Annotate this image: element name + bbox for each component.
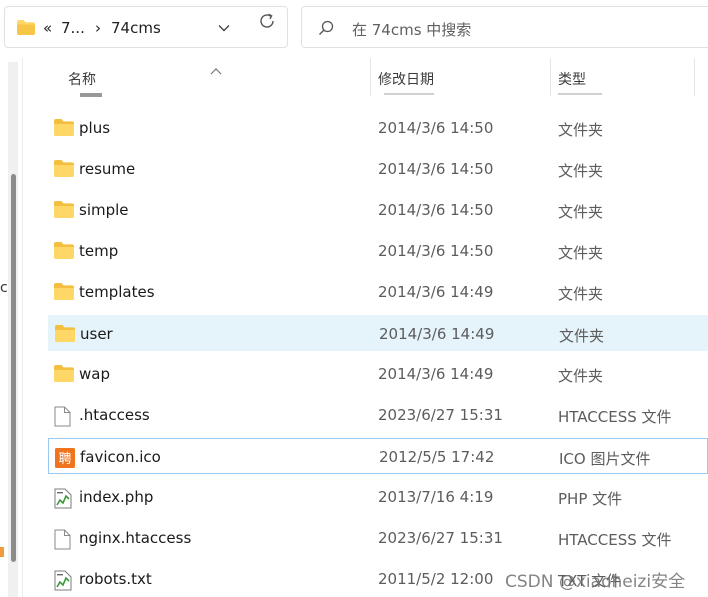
file-name[interactable]: wap [79,365,110,383]
file-explorer-window: « 7... › 74cms 在 74cms 中搜索 c 名称 修改日期 类型 … [0,0,708,597]
folder-icon [17,20,35,39]
column-date-modified[interactable]: 修改日期 [378,69,434,89]
file-row[interactable]: simple 2014/3/6 14:50 文件夹 [48,192,708,228]
breadcrumb-parent[interactable]: 7... [61,19,85,37]
folder-icon [55,325,75,343]
folder-icon [54,242,74,260]
breadcrumb-separator[interactable]: › [95,19,101,37]
file-type: 文件夹 [559,327,605,345]
file-name[interactable]: resume [79,160,135,178]
file-type: 文件夹 [558,244,604,262]
file-row[interactable]: temp 2014/3/6 14:50 文件夹 [48,233,708,269]
file-date-modified: 2014/3/6 14:50 [378,160,494,178]
search-box[interactable]: 在 74cms 中搜索 [301,6,708,48]
file-type: HTACCESS 文件 [558,531,672,549]
file-row[interactable]: 聘 favicon.ico 2012/5/5 17:42 ICO 图片文件 [48,438,708,474]
sort-ascending-icon [210,60,222,79]
address-bar[interactable]: « 7... › 74cms [4,6,288,48]
file-type: 文件夹 [558,367,604,385]
file-date-modified: 2014/3/6 14:50 [378,242,494,260]
file-type: 文件夹 [558,121,604,139]
file-date-modified: 2014/3/6 14:50 [378,119,494,137]
folder-icon [54,365,74,383]
file-name[interactable]: index.php [79,488,153,506]
file-name[interactable]: .htaccess [79,406,150,424]
file-type: ICO 图片文件 [559,450,651,468]
blank-file-icon [54,406,74,427]
file-type: 文件夹 [558,162,604,180]
chevron-down-icon[interactable] [217,20,231,39]
file-name[interactable]: simple [79,201,129,219]
file-date-modified: 2014/3/6 14:49 [378,365,494,383]
file-row[interactable]: .htaccess 2023/6/27 15:31 HTACCESS 文件 [48,397,708,433]
file-type: 文件夹 [558,285,604,303]
file-row[interactable]: nginx.htaccess 2023/6/27 15:31 HTACCESS 文件 [48,520,708,556]
file-name[interactable]: favicon.ico [80,448,161,466]
script-file-icon [54,488,74,509]
clipped-row [24,88,708,98]
file-row[interactable]: templates 2014/3/6 14:49 文件夹 [48,274,708,310]
file-date-modified: 2023/6/27 15:31 [378,406,503,424]
file-date-modified: 2023/6/27 15:31 [378,529,503,547]
file-date-modified: 2012/5/5 17:42 [379,448,495,466]
file-name[interactable]: nginx.htaccess [79,529,191,547]
breadcrumb-overflow[interactable]: « [43,19,52,37]
file-row[interactable]: plus 2014/3/6 14:50 文件夹 [48,110,708,146]
file-row[interactable]: user 2014/3/6 14:49 文件夹 [48,315,708,351]
blank-file-icon [54,529,74,550]
status-marker [0,547,4,557]
file-name[interactable]: temp [79,242,118,260]
file-row[interactable]: wap 2014/3/6 14:49 文件夹 [48,356,708,392]
search-icon [318,20,334,40]
refresh-icon[interactable] [258,12,276,34]
svg-text:聘: 聘 [58,452,71,467]
file-date-modified: 2014/3/6 14:50 [378,201,494,219]
breadcrumb-current[interactable]: 74cms [111,19,161,37]
folder-icon [54,160,74,178]
folder-icon [54,119,74,137]
file-name[interactable]: templates [79,283,155,301]
column-type[interactable]: 类型 [558,69,586,89]
file-date-modified: 2014/3/6 14:49 [379,325,495,343]
file-date-modified: 2014/3/6 14:49 [378,283,494,301]
file-name[interactable]: user [80,325,113,343]
file-type: HTACCESS 文件 [558,408,672,426]
watermark: CSDN @xiaoheizi安全 [505,572,686,592]
ico-image-icon: 聘 [55,448,75,468]
file-row[interactable]: resume 2014/3/6 14:50 文件夹 [48,151,708,187]
file-date-modified: 2011/5/2 12:00 [378,570,494,588]
file-date-modified: 2013/7/16 4:19 [378,488,494,506]
search-input[interactable]: 在 74cms 中搜索 [352,19,471,40]
toolbar: « 7... › 74cms 在 74cms 中搜索 [0,0,708,58]
column-name[interactable]: 名称 [68,69,96,89]
file-list: plus 2014/3/6 14:50 文件夹 resume 2014/3/6 14:5… [0,108,708,597]
file-type: 文件夹 [558,203,604,221]
file-type: PHP 文件 [558,490,623,508]
script-file-icon [54,570,74,591]
folder-icon [54,201,74,219]
folder-icon [54,283,74,301]
file-name[interactable]: plus [79,119,110,137]
file-row[interactable]: index.php 2013/7/16 4:19 PHP 文件 [48,479,708,515]
file-name[interactable]: robots.txt [79,570,152,588]
